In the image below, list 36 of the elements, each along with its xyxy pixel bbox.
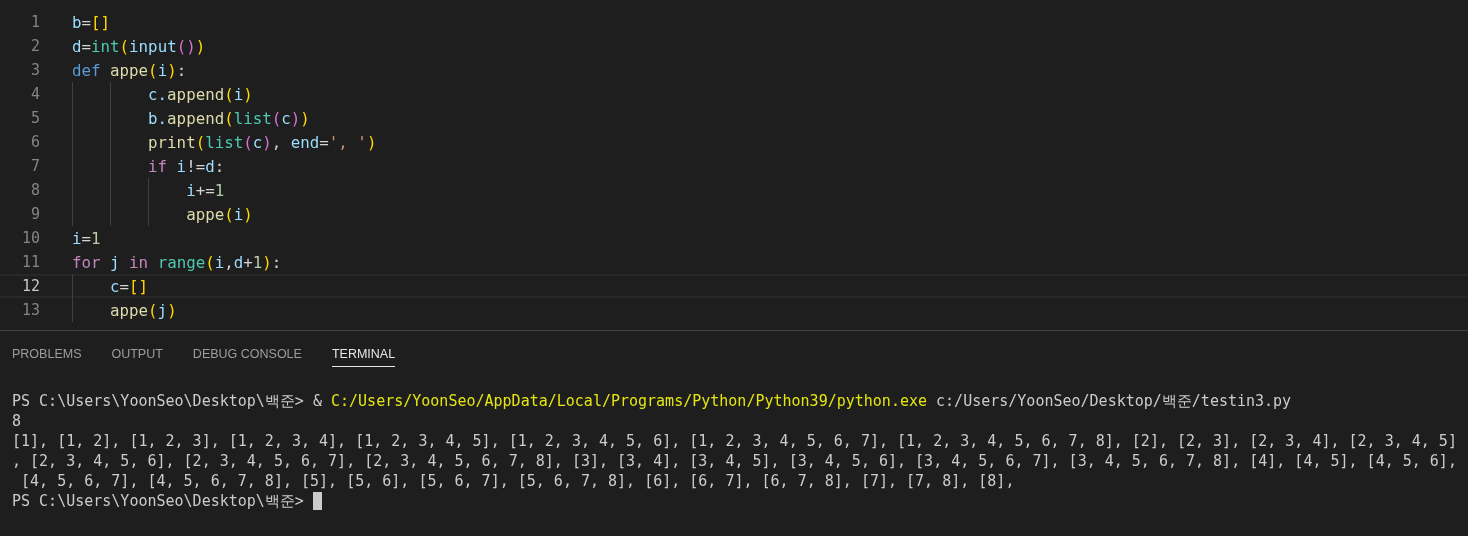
code-text: b=[]	[72, 12, 111, 32]
line-number: 2	[29, 37, 40, 55]
code-text: appe(j)	[109, 300, 177, 320]
line-number: 11	[20, 253, 40, 271]
code-text: c.append(i)	[147, 84, 253, 104]
line-number: 10	[20, 229, 40, 247]
code-text: i=1	[72, 228, 101, 248]
line-number: 5	[29, 109, 40, 127]
line-number: 1	[29, 13, 40, 31]
code-text: c=[]	[109, 276, 149, 296]
terminal-line: 8	[12, 411, 22, 431]
line-number: 12	[20, 277, 40, 295]
line-number: 4	[29, 85, 40, 103]
line-number: 13	[20, 301, 40, 319]
line-number: 9	[29, 205, 40, 223]
terminal-line: [4, 5, 6, 7], [4, 5, 6, 7, 8], [5], [5, 6], [5, 6, 7], [5, 6, 7, 8], [6], [6, 7], [6, 7, 8], [7], [7, 8], [8],	[20, 471, 1015, 491]
terminal-line: PS C:\Users\YoonSeo\Desktop\백준>	[12, 491, 305, 511]
code-text: appe(i)	[185, 204, 253, 224]
terminal-line: PS C:\Users\YoonSeo\Desktop\백준> & C:/Users/YoonSeo/AppData/Local/Programs/Python/Python39/python.exe c:/Users/YoonSeo/Desktop/백준/testin3.py	[12, 391, 1292, 411]
panel-tab[interactable]: TERMINAL	[331, 341, 396, 367]
code-text: i+=1	[185, 180, 225, 200]
panel-tab[interactable]: OUTPUT	[111, 341, 163, 367]
line-number: 8	[29, 181, 40, 199]
line-number: 6	[29, 133, 40, 151]
code-text: b.append(list(c))	[147, 108, 310, 128]
terminal-line: , [2, 3, 4, 5, 6], [2, 3, 4, 5, 6, 7], [2, 3, 4, 5, 6, 7, 8], [3], [3, 4], [3, 4, 5], [3, 4, 5, 6], [3, 4, 5, 6, 7], [3, 4, 5, 6, 7, 8], [4], [4, 5], [4, 5, 6],	[12, 451, 1457, 471]
line-number: 7	[29, 157, 40, 175]
panel-tab[interactable]: DEBUG CONSOLE	[192, 341, 302, 367]
terminal-line: [1], [1, 2], [1, 2, 3], [1, 2, 3, 4], [1, 2, 3, 4, 5], [1, 2, 3, 4, 5, 6], [1, 2, 3, 4, 5, 6, 7], [1, 2, 3, 4, 5, 6, 7, 8], [2], [2, 3], [2, 3, 4], [2, 3, 4, 5]	[12, 431, 1457, 451]
code-text: print(list(c), end=', ')	[147, 132, 377, 152]
code-text: d=int(input())	[72, 36, 206, 56]
code-text: for j in range(i,d+1):	[72, 252, 282, 272]
code-text: if i!=d:	[147, 156, 225, 176]
line-number: 3	[29, 61, 40, 79]
code-text: def appe(i):	[72, 60, 187, 80]
panel-tab[interactable]: PROBLEMS	[12, 341, 82, 367]
